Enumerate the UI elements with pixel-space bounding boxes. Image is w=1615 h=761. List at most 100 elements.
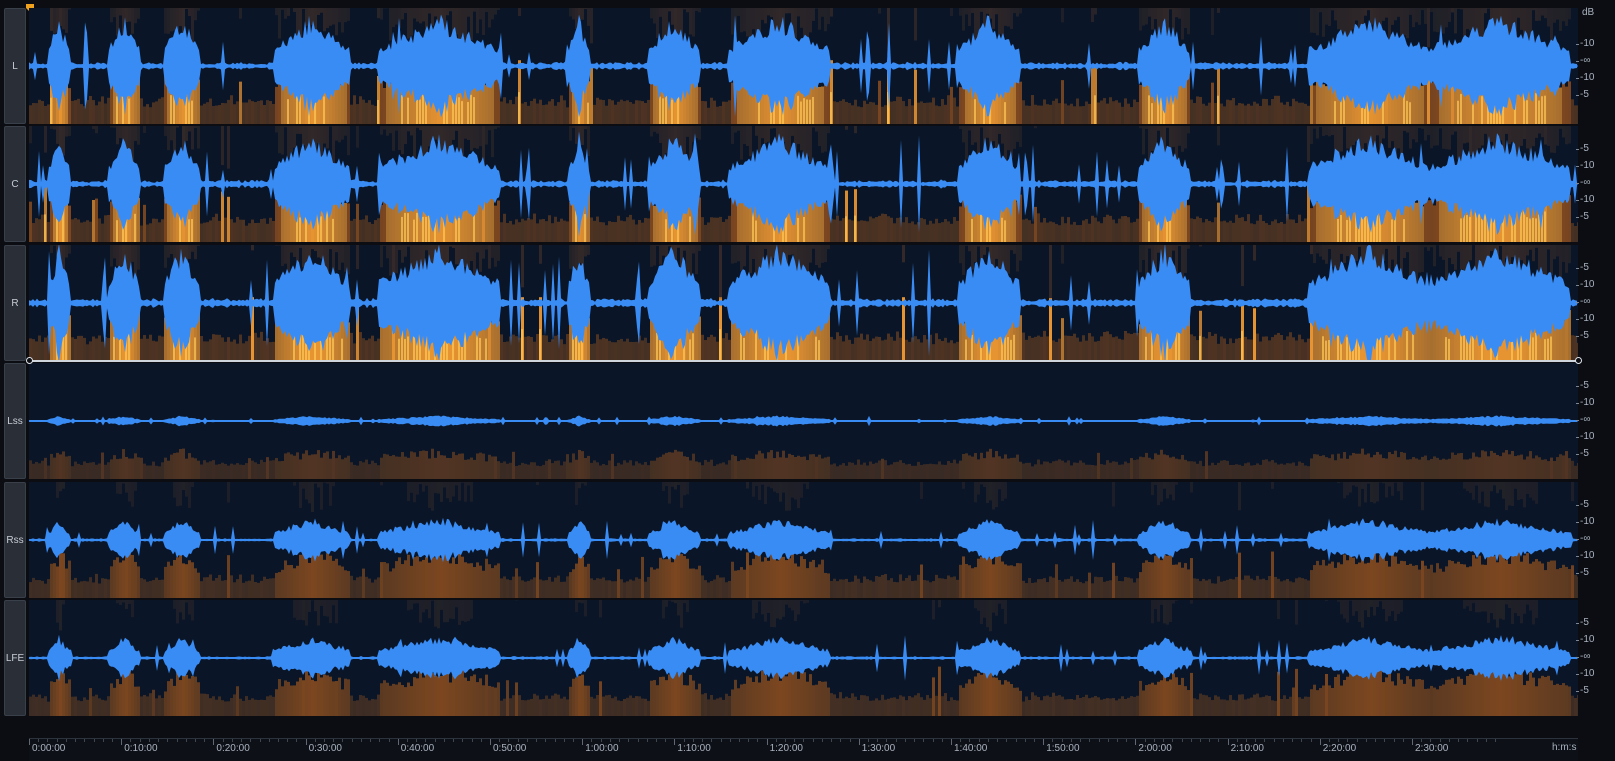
timeline-minor-tick — [1403, 739, 1404, 742]
timeline-minor-tick — [232, 739, 233, 742]
spectrogram-waveform-r — [29, 245, 1578, 361]
timeline-label: 1:20:00 — [770, 743, 803, 754]
timeline-minor-tick — [389, 739, 390, 742]
timeline-major-tick — [1228, 739, 1229, 745]
timeline-minor-tick — [1467, 739, 1468, 742]
timeline-minor-tick — [140, 739, 141, 742]
timeline-minor-tick — [573, 739, 574, 742]
timeline-minor-tick — [665, 739, 666, 742]
channel-lane-l[interactable] — [29, 8, 1578, 124]
timeline-minor-tick — [1191, 739, 1192, 742]
timeline-minor-tick — [831, 739, 832, 742]
timeline-minor-tick — [342, 739, 343, 742]
timeline-major-tick — [213, 739, 214, 745]
timeline-label: 1:00:00 — [585, 743, 618, 754]
timeline-minor-tick — [721, 739, 722, 742]
timeline-minor-tick — [730, 739, 731, 742]
channel-label-r[interactable]: R — [4, 245, 26, 361]
timeline-minor-tick — [794, 739, 795, 742]
channel-lane-c[interactable] — [29, 126, 1578, 242]
timeline-minor-tick — [66, 739, 67, 742]
timeline-minor-tick — [619, 739, 620, 742]
timeline-major-tick — [1412, 739, 1413, 745]
channel-lane-rss[interactable] — [29, 482, 1578, 598]
channel-lane-r[interactable] — [29, 245, 1578, 361]
timeline-minor-tick — [130, 739, 131, 742]
timeline-minor-tick — [241, 739, 242, 742]
timeline-major-tick — [582, 739, 583, 745]
timeline-minor-tick — [527, 739, 528, 742]
timeline-label: 0:00:00 — [32, 743, 65, 754]
selection-handle-icon[interactable] — [26, 357, 33, 364]
timeline-minor-tick — [47, 739, 48, 742]
db-tick-label: -∞ — [1580, 414, 1590, 425]
timeline-minor-tick — [250, 739, 251, 742]
timeline-minor-tick — [1301, 739, 1302, 742]
timeline-minor-tick — [223, 739, 224, 742]
timeline-minor-tick — [942, 739, 943, 742]
channel-l: L dB-10-∞-10-5 — [0, 8, 1615, 124]
timeline-ruler[interactable]: 0:00:000:10:000:20:000:30:000:40:000:50:… — [29, 738, 1578, 761]
db-tick-label: -10 — [1580, 397, 1594, 408]
timeline-minor-tick — [1200, 739, 1201, 742]
timeline-minor-tick — [472, 739, 473, 742]
selection-boundary-line[interactable] — [29, 360, 1578, 362]
timeline-minor-tick — [149, 739, 150, 742]
timeline-minor-tick — [204, 739, 205, 742]
timeline-minor-tick — [1274, 739, 1275, 742]
channel-lane-lss[interactable] — [29, 363, 1578, 479]
timeline-minor-tick — [969, 739, 970, 742]
timeline-minor-tick — [1292, 739, 1293, 742]
timeline-label: 2:10:00 — [1231, 743, 1264, 754]
db-tick-label: -∞ — [1580, 177, 1590, 188]
channel-lane-lfe[interactable] — [29, 600, 1578, 716]
timeline-minor-tick — [435, 739, 436, 742]
db-tick-label: -∞ — [1580, 651, 1590, 662]
timeline-major-tick — [398, 739, 399, 745]
selection-handle-icon[interactable] — [1575, 357, 1582, 364]
timeline-minor-tick — [1080, 739, 1081, 742]
db-tick-label: -5 — [1580, 211, 1589, 222]
timeline-label: 2:20:00 — [1323, 743, 1356, 754]
timeline-minor-tick — [112, 739, 113, 742]
db-tick-label: -10 — [1580, 634, 1594, 645]
db-tick-label: -∞ — [1580, 296, 1590, 307]
timeline-minor-tick — [1338, 739, 1339, 742]
channel-label-rss[interactable]: Rss — [4, 482, 26, 598]
db-tick-label: -10 — [1580, 550, 1594, 561]
timeline-minor-tick — [1449, 739, 1450, 742]
timeline-label: 0:20:00 — [216, 743, 249, 754]
timeline-minor-tick — [195, 739, 196, 742]
timeline-minor-tick — [868, 739, 869, 742]
timeline-minor-tick — [1246, 739, 1247, 742]
timeline-minor-tick — [840, 739, 841, 742]
timeline-minor-tick — [462, 739, 463, 742]
timeline-minor-tick — [886, 739, 887, 742]
timeline-minor-tick — [610, 739, 611, 742]
timeline-minor-tick — [94, 739, 95, 742]
timeline-minor-tick — [1172, 739, 1173, 742]
timeline-minor-tick — [57, 739, 58, 742]
timeline-minor-tick — [757, 739, 758, 742]
timeline-minor-tick — [444, 739, 445, 742]
channel-c: C -5-10-∞-10-5 — [0, 126, 1615, 242]
db-tick-label: -∞ — [1580, 533, 1590, 544]
channel-label-lss[interactable]: Lss — [4, 363, 26, 479]
timeline-minor-tick — [84, 739, 85, 742]
timeline-major-tick — [859, 739, 860, 745]
timeline-minor-tick — [75, 739, 76, 742]
spectrogram-waveform-lfe — [29, 600, 1578, 716]
timeline-label: 1:10:00 — [677, 743, 710, 754]
timeline-minor-tick — [1025, 739, 1026, 742]
db-tick-label: -5 — [1580, 143, 1589, 154]
timeline-minor-tick — [702, 739, 703, 742]
channel-label-lfe[interactable]: LFE — [4, 600, 26, 716]
channel-label-l[interactable]: L — [4, 8, 26, 124]
timeline-major-tick — [490, 739, 491, 745]
db-tick-label: -5 — [1580, 89, 1589, 100]
timeline-minor-tick — [1237, 739, 1238, 742]
timeline-minor-tick — [481, 739, 482, 742]
timeline-minor-tick — [960, 739, 961, 742]
channel-label-c[interactable]: C — [4, 126, 26, 242]
timeline-minor-tick — [1099, 739, 1100, 742]
